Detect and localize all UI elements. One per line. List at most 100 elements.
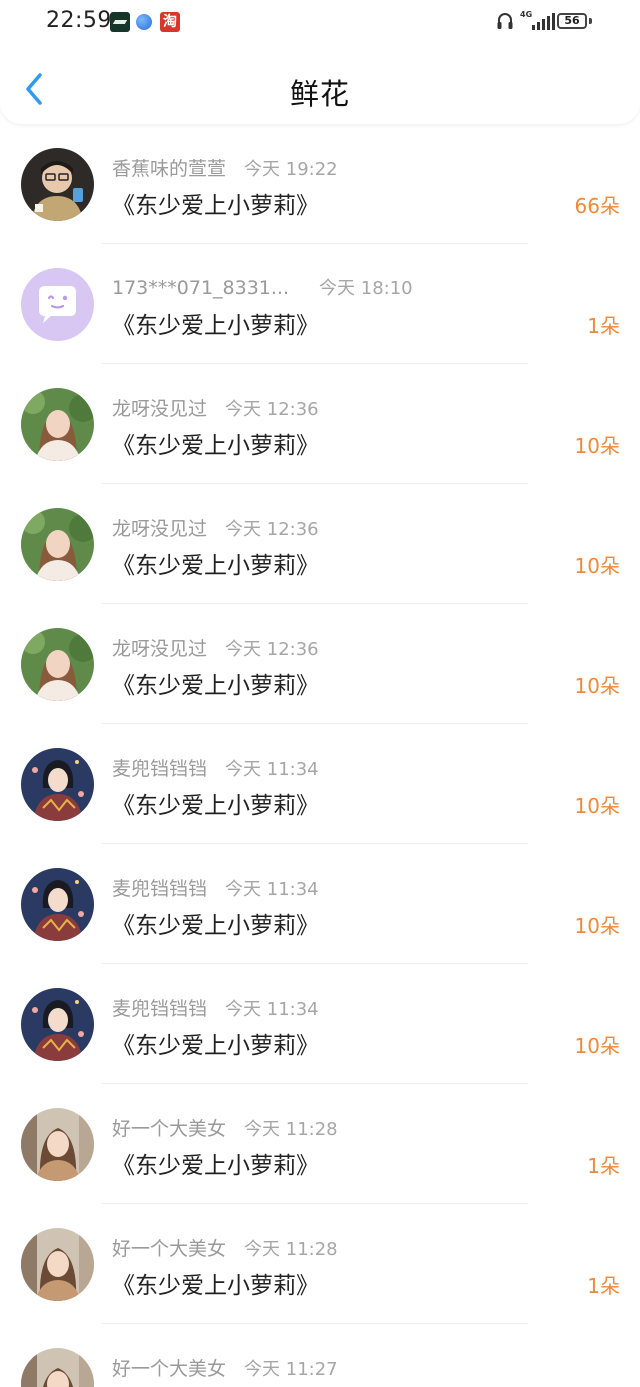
username[interactable]: 龙呀没见过 [112, 634, 207, 661]
battery-icon: 56 [557, 13, 587, 29]
flower-count: 1朵 [587, 1154, 620, 1178]
user-avatar[interactable] [21, 868, 94, 941]
item-meta: 好一个大美女 今天 11:28 [112, 1234, 338, 1261]
timestamp: 今天 19:22 [244, 159, 338, 180]
timestamp: 今天 11:34 [225, 759, 319, 780]
list-item[interactable]: 龙呀没见过 今天 12:36 《东少爱上小萝莉》 10朵 [0, 484, 640, 604]
status-bar: 22:59 淘 4G 56 [0, 0, 640, 44]
flower-count: 10朵 [574, 554, 620, 578]
item-meta: 龙呀没见过 今天 12:36 [112, 514, 319, 541]
user-avatar[interactable] [21, 988, 94, 1061]
book-title[interactable]: 《东少爱上小萝莉》 [112, 426, 319, 460]
book-title[interactable]: 《东少爱上小萝莉》 [112, 1266, 319, 1300]
book-title[interactable]: 《东少爱上小萝莉》 [112, 1146, 319, 1180]
list-item[interactable]: 好一个大美女 今天 11:28 《东少爱上小萝莉》 1朵 [0, 1084, 640, 1204]
timestamp: 今天 12:36 [225, 639, 319, 660]
book-title[interactable]: 《东少爱上小萝莉》 [112, 546, 319, 580]
avatar-photo-girl [21, 628, 94, 701]
book-title[interactable]: 《东少爱上小萝莉》 [112, 906, 319, 940]
list-item[interactable]: 麦兜铛铛铛 今天 11:34 《东少爱上小萝莉》 10朵 [0, 844, 640, 964]
item-meta: 好一个大美女 今天 11:27 [112, 1354, 338, 1381]
username[interactable]: 173***071_8331... [112, 277, 289, 299]
list-item[interactable]: 龙呀没见过 今天 12:36 《东少爱上小萝莉》 10朵 [0, 364, 640, 484]
flower-count: 10朵 [574, 914, 620, 938]
avatar-illustration [21, 988, 94, 1061]
flower-count: 66朵 [574, 194, 620, 218]
list-item[interactable]: 麦兜铛铛铛 今天 11:34 《东少爱上小萝莉》 10朵 [0, 964, 640, 1084]
tracking-app-icon [110, 12, 130, 32]
screen: 22:59 淘 4G 56 鲜花 香蕉味的萱萱 今天 19:22 《东少爱上小萝… [0, 0, 640, 1387]
username[interactable]: 好一个大美女 [112, 1234, 226, 1261]
book-title[interactable]: 《东少爱上小萝莉》 [112, 786, 319, 820]
username[interactable]: 好一个大美女 [112, 1354, 226, 1381]
item-meta: 173***071_8331... 今天 18:10 [112, 274, 413, 300]
timestamp: 今天 11:28 [244, 1119, 338, 1140]
username[interactable]: 麦兜铛铛铛 [112, 754, 207, 781]
timestamp: 今天 18:10 [319, 278, 413, 299]
username[interactable]: 麦兜铛铛铛 [112, 994, 207, 1021]
item-meta: 麦兜铛铛铛 今天 11:34 [112, 994, 319, 1021]
username[interactable]: 好一个大美女 [112, 1114, 226, 1141]
item-meta: 龙呀没见过 今天 12:36 [112, 634, 319, 661]
status-time: 22:59 [46, 8, 112, 33]
user-avatar[interactable] [21, 748, 94, 821]
user-avatar[interactable] [21, 508, 94, 581]
default-chat-avatar-icon [21, 268, 94, 341]
timestamp: 今天 11:34 [225, 879, 319, 900]
list-item[interactable]: 香蕉味的萱萱 今天 19:22 《东少爱上小萝莉》 66朵 [0, 124, 640, 244]
flower-record-list: 香蕉味的萱萱 今天 19:22 《东少爱上小萝莉》 66朵 173***071_8… [0, 124, 640, 1387]
timestamp: 今天 11:27 [244, 1359, 338, 1380]
item-meta: 好一个大美女 今天 11:28 [112, 1114, 338, 1141]
avatar-photo-boy [21, 148, 94, 221]
signal-icon: 4G [520, 10, 555, 32]
user-avatar[interactable] [21, 388, 94, 461]
list-item[interactable]: 好一个大美女 今天 11:28 《东少爱上小萝莉》 1朵 [0, 1204, 640, 1324]
battery-level: 56 [564, 14, 580, 27]
signal-bars-icon [532, 13, 555, 30]
username[interactable]: 龙呀没见过 [112, 514, 207, 541]
user-avatar[interactable] [21, 628, 94, 701]
page-title: 鲜花 [289, 77, 350, 111]
item-meta: 麦兜铛铛铛 今天 11:34 [112, 874, 319, 901]
taobao-app-icon: 淘 [160, 12, 180, 32]
user-avatar[interactable] [21, 1228, 94, 1301]
item-meta: 香蕉味的萱萱 今天 19:22 [112, 154, 338, 181]
battery-cap [589, 18, 592, 24]
avatar-photo-girl [21, 388, 94, 461]
user-avatar[interactable] [21, 148, 94, 221]
timestamp: 今天 12:36 [225, 519, 319, 540]
timestamp: 今天 11:28 [244, 1239, 338, 1260]
avatar-photo-woman [21, 1228, 94, 1301]
browser-app-icon [136, 14, 152, 30]
headphone-icon [497, 13, 513, 29]
avatar-photo-woman [21, 1348, 94, 1387]
username[interactable]: 麦兜铛铛铛 [112, 874, 207, 901]
flower-count: 10朵 [574, 1034, 620, 1058]
user-avatar[interactable] [21, 268, 94, 341]
username[interactable]: 香蕉味的萱萱 [112, 154, 226, 181]
item-meta: 麦兜铛铛铛 今天 11:34 [112, 754, 319, 781]
book-title[interactable]: 《东少爱上小萝莉》 [112, 306, 319, 340]
user-avatar[interactable] [21, 1108, 94, 1181]
book-title[interactable]: 《东少爱上小萝莉》 [112, 186, 319, 220]
flower-count: 10朵 [574, 674, 620, 698]
item-meta: 龙呀没见过 今天 12:36 [112, 394, 319, 421]
book-title[interactable]: 《东少爱上小萝莉》 [112, 1026, 319, 1060]
avatar-photo-girl [21, 508, 94, 581]
top-bar: 22:59 淘 4G 56 鲜花 [0, 0, 640, 124]
book-title[interactable]: 《东少爱上小萝莉》 [112, 666, 319, 700]
user-avatar[interactable] [21, 1348, 94, 1387]
username[interactable]: 龙呀没见过 [112, 394, 207, 421]
avatar-illustration [21, 868, 94, 941]
flower-count: 10朵 [574, 794, 620, 818]
list-item[interactable]: 龙呀没见过 今天 12:36 《东少爱上小萝莉》 10朵 [0, 604, 640, 724]
list-item[interactable]: 好一个大美女 今天 11:27 [0, 1324, 640, 1387]
timestamp: 今天 12:36 [225, 399, 319, 420]
avatar-photo-woman [21, 1108, 94, 1181]
flower-count: 1朵 [587, 314, 620, 338]
avatar-illustration [21, 748, 94, 821]
timestamp: 今天 11:34 [225, 999, 319, 1020]
flower-count: 10朵 [574, 434, 620, 458]
list-item[interactable]: 173***071_8331... 今天 18:10 《东少爱上小萝莉》 1朵 [0, 244, 640, 364]
list-item[interactable]: 麦兜铛铛铛 今天 11:34 《东少爱上小萝莉》 10朵 [0, 724, 640, 844]
